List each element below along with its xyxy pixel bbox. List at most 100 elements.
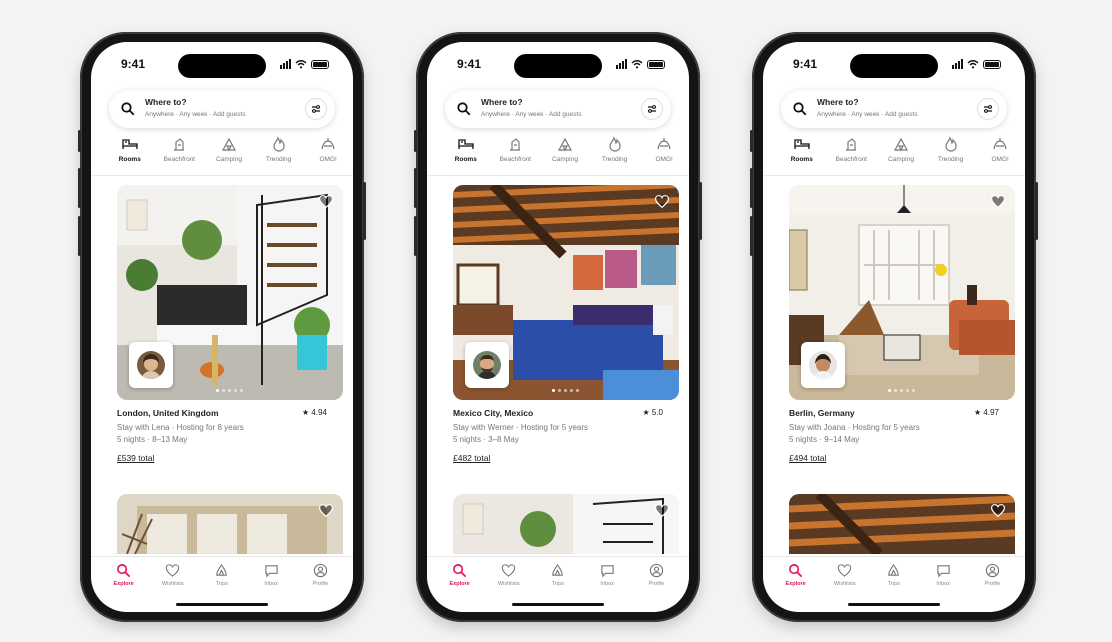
category-trending[interactable]: Trending bbox=[254, 136, 304, 170]
heart-icon bbox=[165, 563, 180, 578]
category-omg[interactable]: OMG! bbox=[975, 136, 1025, 170]
category-camping[interactable]: Camping bbox=[876, 136, 926, 170]
listing-location: Berlin, Germany bbox=[789, 408, 855, 418]
filter-button[interactable] bbox=[305, 98, 327, 120]
beamed-ceiling-image bbox=[789, 494, 1015, 554]
message-icon bbox=[264, 563, 279, 578]
search-subtitle: Anywhere · Any week · Add guests bbox=[145, 111, 246, 118]
listing-details[interactable]: Berlin, Germany ★ 4.97 Stay with Joana ·… bbox=[789, 408, 999, 463]
ufo-house-icon bbox=[320, 136, 336, 152]
filter-button[interactable] bbox=[641, 98, 663, 120]
wishlist-heart-icon[interactable] bbox=[655, 195, 669, 208]
home-indicator[interactable] bbox=[176, 603, 268, 606]
listing-rating: ★ 4.97 bbox=[974, 408, 999, 417]
listing-price[interactable]: £494 total bbox=[789, 453, 999, 463]
category-label: Rooms bbox=[118, 156, 141, 163]
listing-photo[interactable] bbox=[117, 185, 343, 400]
listing-price[interactable]: £482 total bbox=[453, 453, 663, 463]
phone-mockup-2: 9:41 Where to? Anywhere · Any week · Add… bbox=[414, 32, 702, 622]
category-camping[interactable]: Camping bbox=[540, 136, 590, 170]
next-listing-photo[interactable] bbox=[789, 494, 1015, 554]
tab-explore[interactable]: Explore bbox=[774, 557, 818, 612]
photo-pagination bbox=[216, 389, 243, 392]
host-avatar bbox=[129, 342, 173, 388]
wishlist-heart-icon[interactable] bbox=[319, 195, 333, 208]
tent-icon bbox=[893, 136, 909, 152]
category-label: Rooms bbox=[790, 156, 813, 163]
home-indicator[interactable] bbox=[512, 603, 604, 606]
beach-house-icon bbox=[507, 136, 523, 152]
home-indicator[interactable] bbox=[848, 603, 940, 606]
category-beachfront[interactable]: Beachfront bbox=[155, 136, 205, 170]
tab-label: Trips bbox=[887, 581, 900, 587]
category-bar: Rooms Beachfront Camping Trending OMG! bbox=[441, 136, 689, 176]
listing-location: London, United Kingdom bbox=[117, 408, 219, 418]
tab-profile[interactable]: Profile bbox=[634, 557, 678, 612]
host-photo bbox=[473, 351, 501, 379]
wishlist-heart-icon[interactable] bbox=[991, 195, 1005, 208]
status-bar: 9:41 bbox=[91, 57, 353, 75]
listing-details[interactable]: London, United Kingdom ★ 4.94 Stay with … bbox=[117, 408, 327, 463]
listing-rating: ★ 5.0 bbox=[642, 408, 663, 417]
host-avatar bbox=[801, 342, 845, 388]
wishlist-heart-icon[interactable] bbox=[655, 504, 669, 517]
flame-icon bbox=[271, 136, 287, 152]
tab-label: Profile bbox=[312, 581, 329, 587]
tab-explore[interactable]: Explore bbox=[438, 557, 482, 612]
flame-icon bbox=[943, 136, 959, 152]
tab-label: Explore bbox=[785, 581, 806, 587]
filter-button[interactable] bbox=[977, 98, 999, 120]
listing-dates: 5 nights · 8–13 May bbox=[117, 435, 188, 444]
tab-explore[interactable]: Explore bbox=[102, 557, 146, 612]
status-bar: 9:41 bbox=[427, 57, 689, 75]
listing-rating: ★ 4.94 bbox=[302, 408, 327, 417]
tab-profile[interactable]: Profile bbox=[298, 557, 342, 612]
status-time: 9:41 bbox=[793, 57, 818, 71]
tent-icon bbox=[221, 136, 237, 152]
search-bar[interactable]: Where to? Anywhere · Any week · Add gues… bbox=[445, 90, 671, 128]
category-label: Trending bbox=[937, 156, 964, 163]
category-omg[interactable]: OMG! bbox=[303, 136, 353, 170]
next-listing-photo[interactable] bbox=[453, 494, 679, 554]
wifi-icon bbox=[295, 59, 307, 69]
category-trending[interactable]: Trending bbox=[926, 136, 976, 170]
category-label: Trending bbox=[265, 156, 292, 163]
category-omg[interactable]: OMG! bbox=[639, 136, 689, 170]
photo-pagination bbox=[552, 389, 579, 392]
category-rooms[interactable]: Rooms bbox=[777, 136, 827, 176]
ufo-house-icon bbox=[656, 136, 672, 152]
tab-label: Explore bbox=[449, 581, 470, 587]
beach-house-icon bbox=[171, 136, 187, 152]
wishlist-heart-icon[interactable] bbox=[991, 504, 1005, 517]
status-bar: 9:41 bbox=[763, 57, 1025, 75]
tab-label: Inbox bbox=[264, 581, 278, 587]
host-photo bbox=[137, 351, 165, 379]
listing-photo[interactable] bbox=[453, 185, 679, 400]
tent-icon bbox=[557, 136, 573, 152]
listing-details[interactable]: Mexico City, Mexico ★ 5.0 Stay with Wern… bbox=[453, 408, 663, 463]
search-bar[interactable]: Where to? Anywhere · Any week · Add gues… bbox=[781, 90, 1007, 128]
category-label: OMG! bbox=[991, 156, 1009, 163]
airbnb-logo-icon bbox=[550, 563, 565, 578]
tab-profile[interactable]: Profile bbox=[970, 557, 1014, 612]
filter-icon bbox=[982, 103, 994, 115]
category-rooms[interactable]: Rooms bbox=[105, 136, 155, 176]
host-description: Stay with Joana · Hosting for 5 years bbox=[789, 423, 920, 432]
category-rooms[interactable]: Rooms bbox=[441, 136, 491, 176]
wishlist-heart-icon[interactable] bbox=[319, 504, 333, 517]
next-listing-photo[interactable] bbox=[117, 494, 343, 554]
category-trending[interactable]: Trending bbox=[590, 136, 640, 170]
category-beachfront[interactable]: Beachfront bbox=[827, 136, 877, 170]
category-camping[interactable]: Camping bbox=[204, 136, 254, 170]
phone-mockup-1: 9:41 Where to? Anywhere · Any week · Add… bbox=[78, 32, 366, 622]
app-screen: 9:41 Where to? Anywhere · Any week · Add… bbox=[427, 42, 689, 612]
category-bar: Rooms Beachfront Camping Trending OMG! bbox=[105, 136, 353, 176]
search-bar[interactable]: Where to? Anywhere · Any week · Add gues… bbox=[109, 90, 335, 128]
signal-icon bbox=[952, 59, 963, 69]
category-beachfront[interactable]: Beachfront bbox=[491, 136, 541, 170]
search-icon bbox=[120, 101, 136, 117]
listing-price[interactable]: £539 total bbox=[117, 453, 327, 463]
tab-label: Explore bbox=[113, 581, 134, 587]
listing-photo[interactable] bbox=[789, 185, 1015, 400]
window-room-image bbox=[117, 494, 343, 554]
